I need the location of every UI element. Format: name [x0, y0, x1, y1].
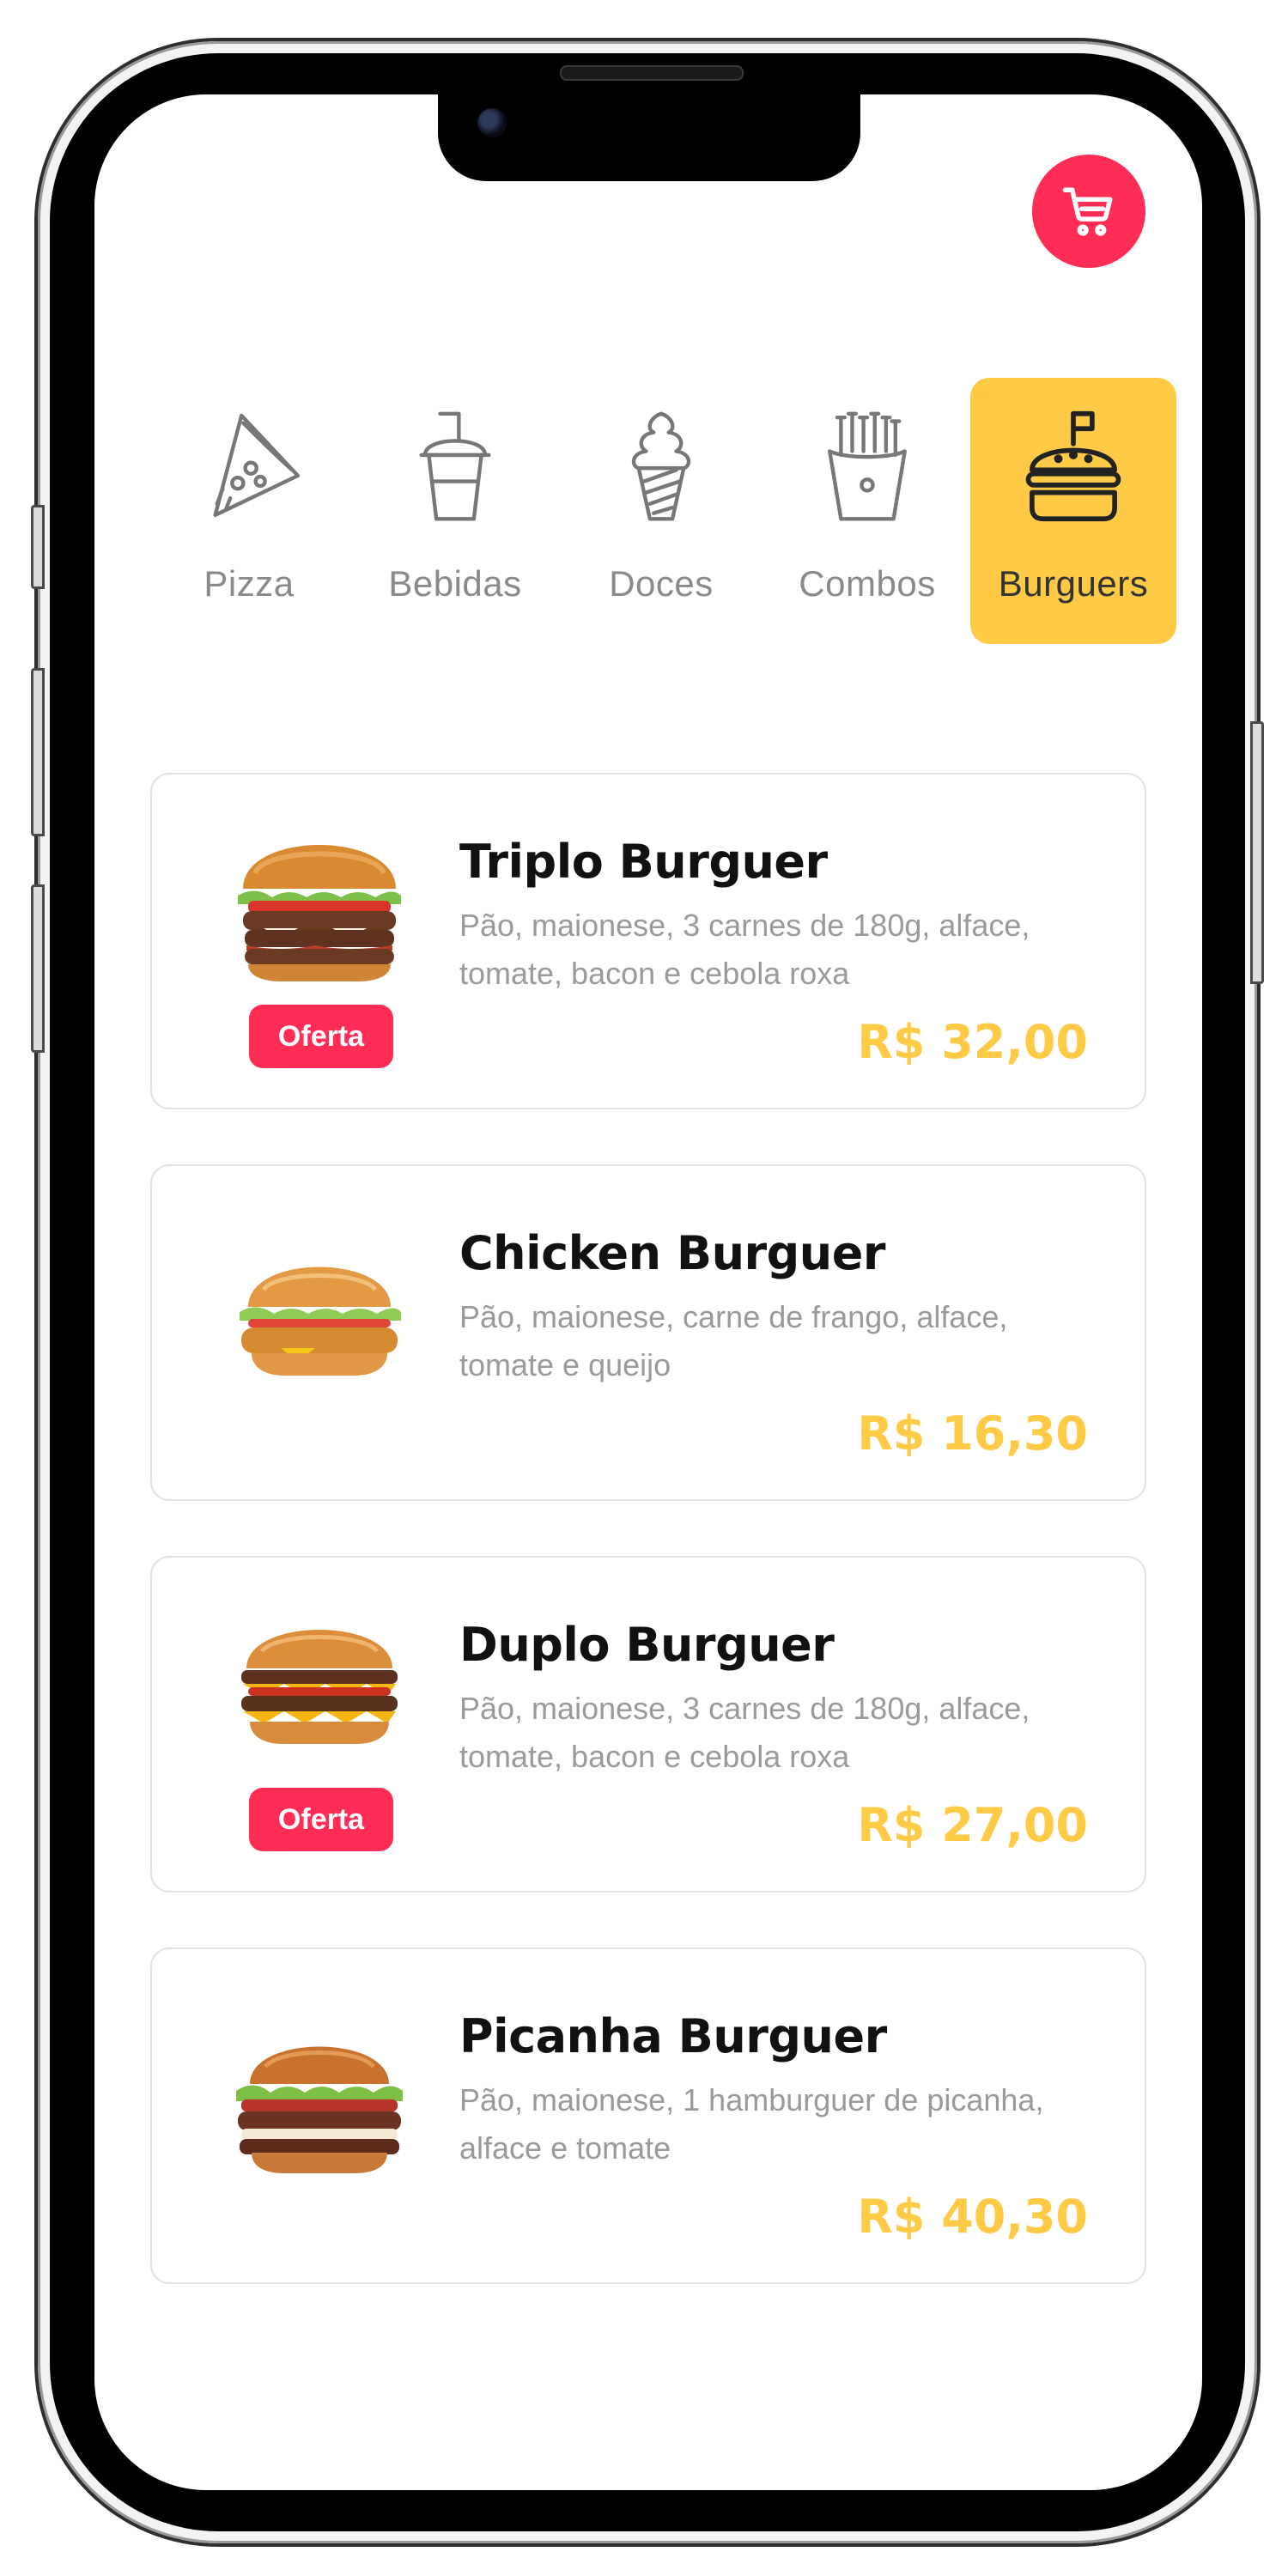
offer-badge: Oferta [249, 1005, 393, 1068]
category-label: Pizza [204, 563, 295, 604]
category-burguers[interactable]: Burguers [970, 378, 1176, 644]
app-screen: Pizza Bebidas Doces Combos Burguers Ofer… [94, 94, 1202, 2490]
triple-burger-image [229, 822, 410, 985]
product-description: Pão, maionese, 1 hamburguer de picanha, … [459, 2082, 1044, 2166]
silent-switch [31, 505, 45, 589]
product-card[interactable]: Oferta Triplo Burguer Pão, maionese, 3 c… [150, 773, 1146, 1109]
fries-icon [803, 402, 932, 531]
category-menu: Pizza Bebidas Doces Combos Burguers [146, 378, 1176, 644]
picanha-burger-image [229, 2031, 410, 2177]
burger-icon [1009, 402, 1138, 531]
product-price: R$ 40,30 [857, 2190, 1088, 2244]
chicken-burger-image [229, 1252, 410, 1381]
power-button [1250, 721, 1264, 984]
pizza-slice-icon [185, 402, 313, 531]
drink-cup-icon [391, 402, 519, 531]
category-label: Bebidas [388, 563, 522, 604]
category-bebidas[interactable]: Bebidas [352, 378, 558, 644]
product-description: Pão, maionese, 3 carnes de 180g, alface,… [459, 1691, 1030, 1774]
category-label: Combos [799, 563, 936, 604]
offer-badge: Oferta [249, 1788, 393, 1851]
product-name: Duplo Burguer [459, 1618, 835, 1672]
earpiece-speaker [560, 65, 744, 81]
double-burger-image [229, 1613, 410, 1751]
category-label: Burguers [998, 563, 1149, 604]
volume-up-button [31, 668, 45, 836]
product-price: R$ 16,30 [857, 1406, 1088, 1461]
product-name: Triplo Burguer [459, 835, 828, 889]
category-doces[interactable]: Doces [558, 378, 764, 644]
shopping-cart-icon [1062, 187, 1113, 236]
camera-notch [438, 94, 860, 181]
ice-cream-icon [597, 402, 726, 531]
category-label: Doces [609, 563, 714, 604]
cart-button[interactable] [1032, 155, 1145, 268]
product-description: Pão, maionese, 3 carnes de 180g, alface,… [459, 908, 1030, 991]
volume-down-button [31, 884, 45, 1053]
product-price: R$ 27,00 [857, 1798, 1088, 1852]
product-card[interactable]: Picanha Burguer Pão, maionese, 1 hamburg… [150, 1947, 1146, 2284]
product-description: Pão, maionese, carne de frango, alface, … [459, 1299, 1008, 1382]
front-camera [477, 108, 507, 137]
product-card[interactable]: Oferta Duplo Burguer Pão, maionese, 3 ca… [150, 1556, 1146, 1893]
product-price: R$ 32,00 [857, 1015, 1088, 1069]
product-name: Chicken Burguer [459, 1226, 886, 1280]
product-list: Oferta Triplo Burguer Pão, maionese, 3 c… [150, 773, 1146, 2339]
category-pizza[interactable]: Pizza [146, 378, 352, 644]
category-combos[interactable]: Combos [764, 378, 970, 644]
product-name: Picanha Burguer [459, 2009, 887, 2063]
product-card[interactable]: Chicken Burguer Pão, maionese, carne de … [150, 1164, 1146, 1501]
